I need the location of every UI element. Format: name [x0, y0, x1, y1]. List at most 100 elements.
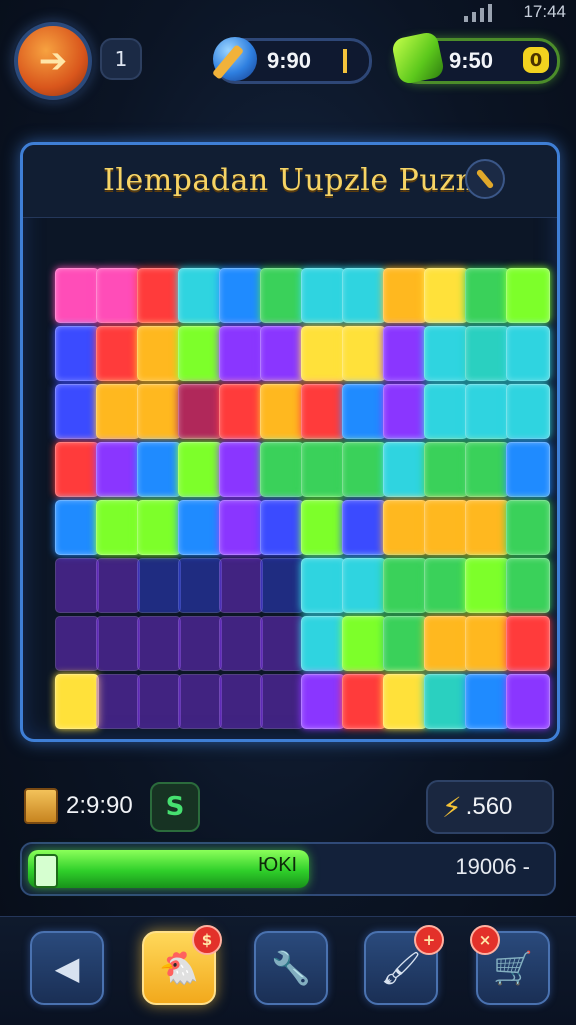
puzzle-piece[interactable]	[219, 384, 263, 439]
puzzle-piece[interactable]	[55, 674, 99, 729]
puzzle-piece[interactable]	[465, 616, 509, 671]
puzzle-piece[interactable]	[342, 674, 386, 729]
puzzle-piece[interactable]	[465, 674, 509, 729]
puzzle-piece[interactable]	[96, 268, 140, 323]
puzzle-piece[interactable]	[96, 500, 140, 555]
puzzle-piece[interactable]	[137, 384, 181, 439]
puzzle-piece[interactable]	[96, 674, 140, 729]
puzzle-piece[interactable]	[178, 500, 222, 555]
add-gems-button[interactable]: 0	[523, 47, 549, 73]
puzzle-piece[interactable]	[506, 384, 550, 439]
puzzle-piece[interactable]	[178, 326, 222, 381]
puzzle-piece[interactable]	[137, 558, 181, 613]
puzzle-piece[interactable]	[178, 442, 222, 497]
puzzle-piece[interactable]	[96, 384, 140, 439]
puzzle-piece[interactable]	[219, 558, 263, 613]
puzzle-piece[interactable]	[506, 442, 550, 497]
toolbar-character-button[interactable]: 🐔 $	[142, 925, 222, 1005]
puzzle-piece[interactable]	[424, 674, 468, 729]
puzzle-piece[interactable]	[342, 558, 386, 613]
puzzle-piece[interactable]	[506, 558, 550, 613]
puzzle-piece[interactable]	[219, 442, 263, 497]
puzzle-piece[interactable]	[178, 268, 222, 323]
puzzle-piece[interactable]	[219, 326, 263, 381]
puzzle-piece[interactable]	[465, 500, 509, 555]
puzzle-piece[interactable]	[424, 442, 468, 497]
puzzle-piece[interactable]	[465, 558, 509, 613]
toolbar-trolley-button[interactable]: 🛒 ×	[470, 925, 550, 1005]
puzzle-piece[interactable]	[301, 268, 345, 323]
puzzle-piece[interactable]	[301, 616, 345, 671]
puzzle-piece[interactable]	[301, 674, 345, 729]
toolbar-back-button[interactable]: ◀	[30, 931, 104, 1005]
puzzle-piece[interactable]	[424, 326, 468, 381]
puzzle-piece[interactable]	[260, 326, 304, 381]
puzzle-piece[interactable]	[342, 616, 386, 671]
puzzle-piece[interactable]	[55, 558, 99, 613]
puzzle-piece[interactable]	[137, 674, 181, 729]
puzzle-piece[interactable]	[383, 616, 427, 671]
puzzle-piece[interactable]	[506, 500, 550, 555]
puzzle-piece[interactable]	[260, 442, 304, 497]
puzzle-piece[interactable]	[219, 500, 263, 555]
shop-button[interactable]: S	[150, 782, 200, 832]
puzzle-piece[interactable]	[342, 384, 386, 439]
puzzle-grid[interactable]	[55, 268, 550, 736]
puzzle-piece[interactable]	[260, 616, 304, 671]
hint-button[interactable]	[465, 159, 505, 199]
puzzle-piece[interactable]	[383, 674, 427, 729]
puzzle-piece[interactable]	[383, 268, 427, 323]
puzzle-piece[interactable]	[342, 326, 386, 381]
puzzle-piece[interactable]	[260, 674, 304, 729]
puzzle-piece[interactable]	[178, 384, 222, 439]
puzzle-piece[interactable]	[260, 268, 304, 323]
puzzle-piece[interactable]	[506, 326, 550, 381]
puzzle-piece[interactable]	[137, 616, 181, 671]
puzzle-piece[interactable]	[383, 442, 427, 497]
puzzle-piece[interactable]	[137, 500, 181, 555]
puzzle-piece[interactable]	[342, 442, 386, 497]
puzzle-piece[interactable]	[178, 558, 222, 613]
resource-orb-counter[interactable]: 9:90	[213, 37, 372, 84]
puzzle-piece[interactable]	[55, 442, 99, 497]
toolbar-tool-button[interactable]: 🔧	[254, 931, 328, 1005]
puzzle-piece[interactable]	[219, 616, 263, 671]
puzzle-piece[interactable]	[96, 616, 140, 671]
puzzle-piece[interactable]	[260, 558, 304, 613]
puzzle-piece[interactable]	[424, 384, 468, 439]
puzzle-piece[interactable]	[506, 268, 550, 323]
puzzle-piece[interactable]	[96, 558, 140, 613]
puzzle-piece[interactable]	[383, 384, 427, 439]
toolbar-paint-button[interactable]: 🖌 +	[364, 925, 444, 1005]
puzzle-piece[interactable]	[465, 384, 509, 439]
puzzle-piece[interactable]	[55, 268, 99, 323]
puzzle-piece[interactable]	[178, 674, 222, 729]
puzzle-piece[interactable]	[137, 326, 181, 381]
puzzle-piece[interactable]	[383, 558, 427, 613]
puzzle-piece[interactable]	[342, 268, 386, 323]
puzzle-piece[interactable]	[465, 442, 509, 497]
puzzle-piece[interactable]	[260, 500, 304, 555]
puzzle-piece[interactable]	[383, 326, 427, 381]
puzzle-piece[interactable]	[137, 268, 181, 323]
puzzle-piece[interactable]	[55, 500, 99, 555]
puzzle-piece[interactable]	[96, 442, 140, 497]
puzzle-piece[interactable]	[96, 326, 140, 381]
puzzle-piece[interactable]	[424, 500, 468, 555]
puzzle-piece[interactable]	[301, 384, 345, 439]
puzzle-piece[interactable]	[342, 500, 386, 555]
puzzle-piece[interactable]	[260, 384, 304, 439]
puzzle-piece[interactable]	[55, 326, 99, 381]
puzzle-piece[interactable]	[506, 674, 550, 729]
resource-gem-counter[interactable]: 9:50 0	[390, 30, 560, 86]
puzzle-piece[interactable]	[301, 442, 345, 497]
puzzle-piece[interactable]	[506, 616, 550, 671]
puzzle-piece[interactable]	[465, 326, 509, 381]
puzzle-piece[interactable]	[424, 616, 468, 671]
puzzle-piece[interactable]	[55, 384, 99, 439]
puzzle-piece[interactable]	[219, 268, 263, 323]
puzzle-piece[interactable]	[424, 268, 468, 323]
puzzle-piece[interactable]	[219, 674, 263, 729]
puzzle-piece[interactable]	[383, 500, 427, 555]
puzzle-piece[interactable]	[137, 442, 181, 497]
